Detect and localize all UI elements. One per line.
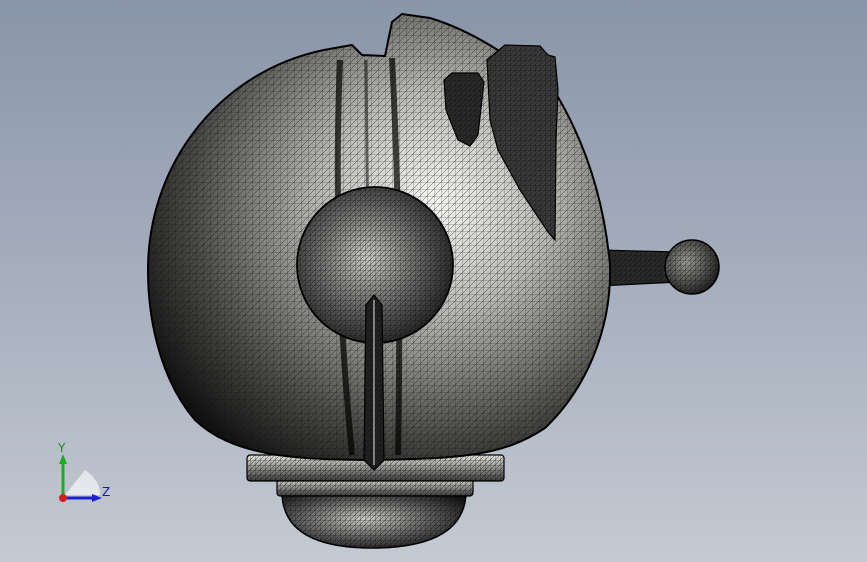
cad-model-mesh[interactable] [0,0,867,562]
axis-label-z: Z [102,485,111,499]
z-axis-arrow [92,494,102,502]
bottom-dome[interactable] [281,494,467,549]
vertical-pin[interactable] [363,294,385,471]
x-axis-point [59,494,67,502]
axis-label-y: Y [58,441,66,455]
side-arm[interactable] [597,239,720,295]
graphics-viewport[interactable]: Y Z [0,0,867,562]
y-axis-arrow [59,454,67,464]
axis-triad[interactable]: Y Z [50,440,120,510]
